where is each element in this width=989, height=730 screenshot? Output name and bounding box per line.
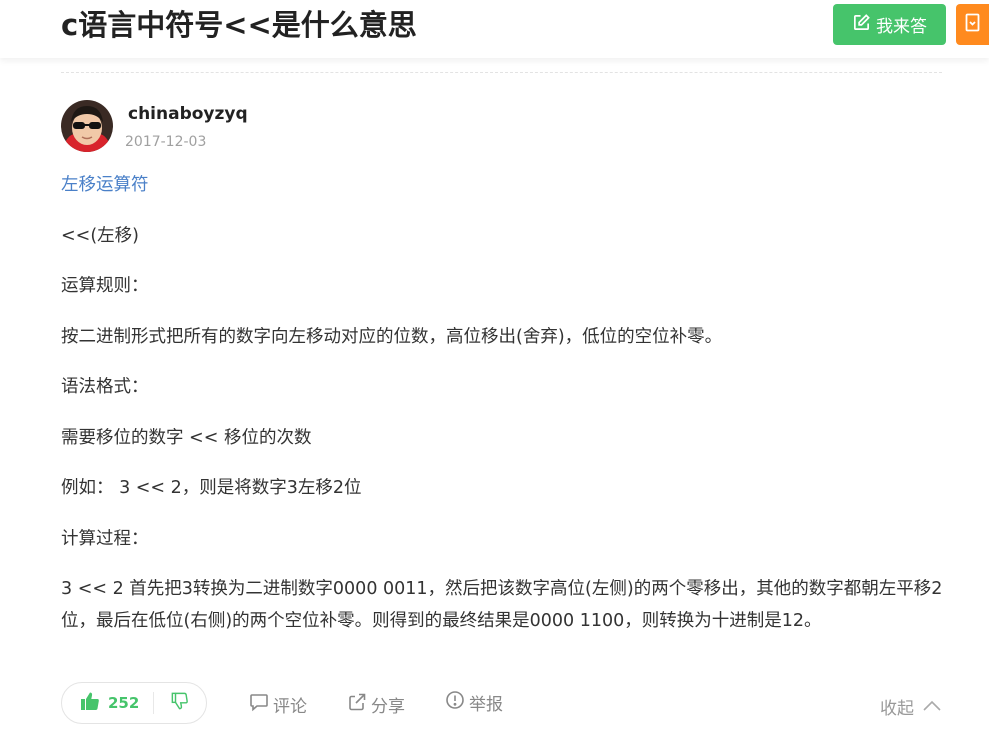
avatar[interactable] (61, 100, 113, 152)
answer-button[interactable]: 我来答 (833, 4, 946, 45)
side-panel-icon (965, 13, 980, 36)
chevron-up-icon (922, 697, 942, 717)
report-button[interactable]: 举报 (445, 690, 503, 715)
content-paragraph: 计算过程： (61, 528, 149, 549)
comment-label: 评论 (273, 697, 307, 717)
thumbs-down-icon (171, 692, 189, 714)
share-button[interactable]: 分享 (347, 692, 405, 717)
content-paragraph: 按二进制形式把所有的数字向左移动对应的位数，高位移出(舍弃)，低位的空位补零。 (61, 326, 723, 347)
answer-button-label: 我来答 (876, 17, 927, 37)
answer-date: 2017-12-03 (125, 134, 207, 150)
content-paragraph: 需要移位的数字 << 移位的次数 (61, 427, 312, 448)
author-name[interactable]: chinaboyzyq (128, 104, 248, 124)
thumbs-up-icon (80, 691, 100, 715)
content-paragraph: 3 << 2 首先把3转换为二进制数字0000 0011，然后把该数字高位(左侧… (61, 579, 943, 631)
share-label: 分享 (371, 697, 405, 717)
collapse-label: 收起 (880, 699, 914, 719)
comment-button[interactable]: 评论 (249, 692, 307, 717)
content-paragraph: 运算规则： (61, 276, 149, 296)
share-icon (347, 692, 367, 717)
report-label: 举报 (469, 695, 503, 715)
report-icon (445, 690, 465, 715)
comment-icon (249, 692, 269, 717)
page-title: c语言中符号<<是什么意思 (61, 8, 417, 42)
content-paragraph: <<(左移) (61, 225, 139, 246)
content-paragraph: 语法格式： (61, 377, 149, 397)
upvote-count: 252 (108, 694, 140, 712)
page-header: c语言中符号<<是什么意思 我来答 (0, 0, 989, 58)
content-link-left-shift[interactable]: 左移运算符 (61, 169, 946, 201)
collapse-button[interactable]: 收起 (880, 694, 942, 719)
content-paragraph: 例如： 3 << 2，则是将数字3左移2位 (61, 478, 362, 498)
vote-box: 252 (61, 682, 207, 724)
downvote-button[interactable] (154, 683, 206, 723)
side-panel-button[interactable] (956, 4, 989, 45)
upvote-button[interactable]: 252 (62, 683, 153, 723)
answer-content: 左移运算符 <<(左移) 运算规则： 按二进制形式把所有的数字向左移动对应的位数… (61, 169, 946, 656)
divider (61, 72, 942, 73)
edit-icon (852, 13, 871, 37)
